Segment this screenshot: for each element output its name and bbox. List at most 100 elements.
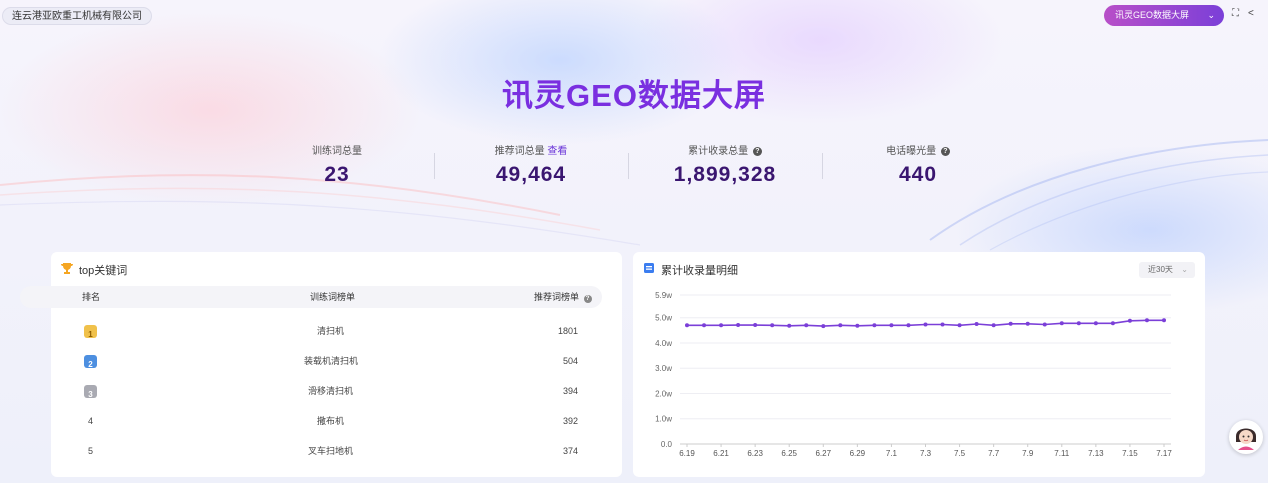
data-point — [1144, 318, 1149, 323]
column-header-training: 训练词榜单 — [310, 292, 356, 302]
data-point — [821, 324, 826, 329]
data-point — [1110, 321, 1115, 326]
company-name-badge: 连云港亚欧重工机械有限公司 — [2, 7, 152, 25]
table-row: 3 滑移清扫机 394 — [20, 381, 602, 401]
stat-value: 1,899,328 — [673, 163, 777, 186]
page-title: 讯灵GEO数据大屏 — [502, 78, 766, 113]
stat-label: 训练词总量 — [312, 146, 362, 157]
keyword-cell: 滑移清扫机 — [308, 386, 354, 396]
stat-value: 23 — [324, 163, 350, 186]
data-point — [702, 323, 707, 328]
count-cell: 1801 — [557, 326, 578, 336]
x-tick-label: 7.9 — [1022, 449, 1034, 458]
screen-select-dropdown[interactable]: 讯灵GEO数据大屏 ⌄ — [1104, 5, 1224, 26]
x-tick-label: 6.29 — [850, 449, 866, 458]
stat-divider — [434, 153, 435, 179]
column-header-rank: 排名 — [82, 292, 101, 302]
x-tick-label: 6.27 — [815, 449, 831, 458]
data-point — [804, 323, 809, 328]
data-point — [1076, 321, 1081, 326]
table-row: 5 叉车扫地机 374 — [20, 441, 602, 461]
data-point — [1127, 318, 1132, 323]
chevron-down-icon: ⌄ — [1207, 10, 1215, 20]
keyword-cell: 清扫机 — [317, 326, 345, 336]
stat-value: 49,464 — [495, 163, 567, 186]
accumulation-line-chart: 0.0 1.0w 2.0w 3.0w 4.0w 5.0w 5.9w 6.19 6.21 6.23 6… — [655, 291, 1172, 458]
rank-cell: 4 — [88, 416, 94, 426]
stat-label: 电话曝光量 — [886, 146, 937, 157]
y-tick-label: 2.0w — [655, 389, 672, 398]
data-point — [957, 323, 962, 328]
x-tick-label: 7.3 — [920, 449, 932, 458]
x-tick-label: 7.17 — [1156, 449, 1172, 458]
share-icon[interactable]: < — [1248, 7, 1254, 21]
y-tick-label: 4.0w — [655, 339, 672, 348]
count-cell: 392 — [562, 416, 578, 426]
data-point — [753, 323, 758, 328]
trophy-icon — [61, 262, 73, 277]
stat-divider — [628, 153, 629, 179]
keyword-cell: 装载机清扫机 — [304, 356, 359, 366]
assistant-avatar-icon[interactable] — [1229, 420, 1263, 454]
data-point — [855, 323, 860, 328]
data-point — [889, 323, 894, 328]
data-point — [1042, 322, 1047, 327]
count-cell: 394 — [562, 386, 578, 396]
data-point — [1008, 321, 1013, 326]
table-row: 1 清扫机 1801 — [20, 321, 602, 341]
blue-medal-icon: 2 — [84, 355, 97, 369]
y-tick-label: 5.9w — [655, 291, 672, 300]
x-tick-label: 6.25 — [781, 449, 797, 458]
data-point — [736, 323, 741, 328]
count-cell: 374 — [562, 446, 578, 456]
y-tick-label: 1.0w — [655, 415, 672, 424]
stat-training-words: 训练词总量 23 — [247, 146, 427, 187]
data-point — [872, 323, 877, 328]
x-tick-label: 6.21 — [713, 449, 729, 458]
data-point — [787, 323, 792, 328]
x-tick-label: 6.23 — [747, 449, 763, 458]
x-tick-label: 7.7 — [988, 449, 1000, 458]
data-point — [923, 322, 928, 327]
data-point — [685, 323, 689, 328]
data-point — [1059, 321, 1064, 326]
question-icon[interactable]: ? — [583, 295, 592, 303]
data-point — [770, 323, 775, 328]
x-tick-label: 7.5 — [954, 449, 966, 458]
view-link[interactable]: 查看 — [547, 146, 567, 157]
stat-recommend-words: 推荐词总量 查看 49,464 — [441, 146, 621, 187]
x-tick-label: 7.1 — [886, 449, 898, 458]
stat-total-indexed: 累计收录总量 ? 1,899,328 — [635, 146, 815, 187]
data-point — [906, 323, 911, 328]
y-tick-label: 0.0 — [661, 440, 673, 449]
column-header-recommend: 推荐词榜单 ? — [534, 286, 592, 308]
data-point — [1162, 318, 1166, 323]
data-point — [940, 322, 945, 327]
stat-label: 推荐词总量 — [494, 146, 545, 157]
data-point — [1025, 321, 1030, 326]
question-icon[interactable]: ? — [752, 146, 762, 156]
rank-cell: 5 — [88, 446, 94, 456]
stat-value: 440 — [898, 163, 938, 186]
stat-divider — [822, 153, 823, 179]
stat-label: 累计收录总量 — [688, 146, 749, 157]
y-tick-label: 5.0w — [655, 314, 672, 323]
card-title: top关键词 — [79, 265, 128, 277]
data-point — [991, 323, 996, 328]
stat-phone-exposure: 电话曝光量 ? 440 — [828, 146, 1008, 187]
data-point — [719, 323, 724, 328]
x-tick-label: 6.19 — [679, 449, 695, 458]
table-row: 2 装载机清扫机 504 — [20, 351, 602, 371]
x-tick-label: 7.11 — [1054, 449, 1070, 458]
question-icon[interactable]: ? — [940, 146, 950, 156]
data-point — [974, 322, 979, 327]
count-cell: 504 — [562, 356, 578, 366]
x-tick-label: 7.13 — [1088, 449, 1104, 458]
data-point — [838, 323, 843, 328]
gray-medal-icon: 3 — [84, 385, 97, 399]
table-header: 排名 训练词榜单 推荐词榜单 ? — [20, 286, 602, 308]
fullscreen-icon[interactable]: ⛶ — [1232, 7, 1239, 21]
keyword-cell: 叉车扫地机 — [308, 446, 354, 456]
y-tick-label: 3.0w — [655, 364, 672, 373]
gold-medal-icon: 1 — [84, 325, 97, 339]
